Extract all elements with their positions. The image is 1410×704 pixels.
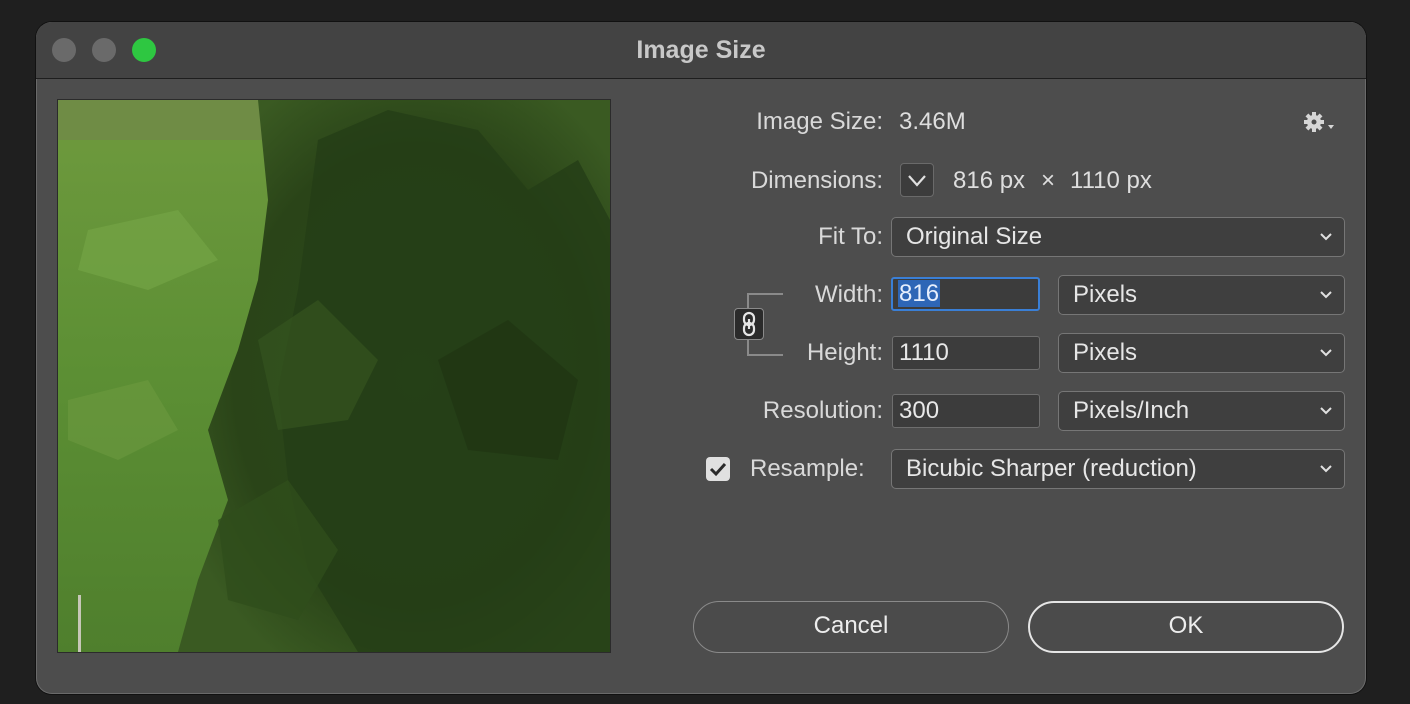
image-preview[interactable]: [57, 99, 611, 653]
image-size-label: Image Size:: [756, 108, 883, 135]
dimensions-label: Dimensions:: [750, 167, 883, 194]
resample-checkbox[interactable]: [706, 457, 730, 481]
fit-to-label: Fit To:: [818, 223, 883, 250]
height-label: Height:: [806, 339, 883, 366]
dimensions-height: 1110 px: [1070, 167, 1152, 194]
width-value: 816: [898, 280, 941, 307]
chevron-down-icon: [1328, 125, 1334, 129]
height-unit-value: Pixels: [1073, 339, 1138, 366]
image-size-dialog: Image Size Image Size: 3.46M Dimensions:…: [36, 22, 1366, 694]
dimensions-times: ×: [1041, 167, 1056, 194]
chevron-down-icon: [908, 175, 926, 187]
cancel-button[interactable]: Cancel: [693, 601, 1009, 653]
resolution-input[interactable]: 300: [892, 394, 1040, 428]
resample-select[interactable]: Bicubic Sharper (reduction): [891, 449, 1345, 489]
chain-link-icon: [742, 311, 756, 337]
dimensions-dropdown-button[interactable]: [900, 163, 934, 197]
preview-image: [58, 100, 610, 652]
resample-label: Resample:: [750, 455, 865, 482]
constrain-proportions-button[interactable]: [734, 308, 764, 340]
title-bar: Image Size: [36, 22, 1366, 79]
resample-value: Bicubic Sharper (reduction): [906, 455, 1197, 482]
resolution-value: 300: [899, 397, 940, 424]
chevron-down-icon: [1320, 291, 1332, 299]
height-unit-select[interactable]: Pixels: [1058, 333, 1345, 373]
resolution-unit-select[interactable]: Pixels/Inch: [1058, 391, 1345, 431]
height-input[interactable]: 1110: [892, 336, 1040, 370]
chevron-down-icon: [1320, 407, 1332, 415]
width-input[interactable]: 816: [891, 277, 1040, 311]
chevron-down-icon: [1320, 349, 1332, 357]
resolution-unit-value: Pixels/Inch: [1073, 397, 1190, 424]
width-unit-select[interactable]: Pixels: [1058, 275, 1345, 315]
dialog-title: Image Size: [636, 36, 766, 64]
image-size-value: 3.46M: [899, 108, 966, 135]
fit-to-value: Original Size: [906, 223, 1043, 250]
chevron-down-icon: [1320, 465, 1332, 473]
height-value: 1110: [899, 339, 949, 366]
gear-icon[interactable]: [1303, 110, 1339, 136]
resolution-label: Resolution:: [762, 397, 883, 424]
dimensions-width: 816 px: [953, 167, 1026, 194]
ok-button[interactable]: OK: [1028, 601, 1344, 653]
width-unit-value: Pixels: [1073, 281, 1138, 308]
chevron-down-icon: [1320, 233, 1332, 241]
checkmark-icon: [709, 462, 727, 477]
width-label: Width:: [814, 281, 883, 308]
fit-to-select[interactable]: Original Size: [891, 217, 1345, 257]
